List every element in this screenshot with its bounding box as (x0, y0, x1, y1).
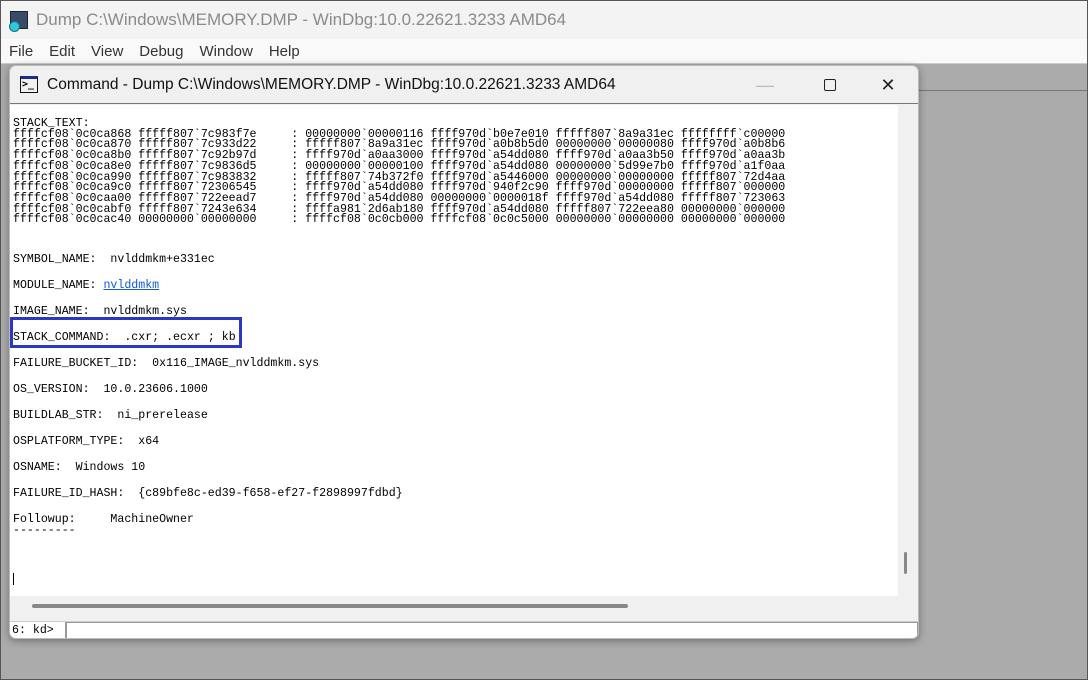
command-window-title-bar[interactable]: >_ Command - Dump C:\Windows\MEMORY.DMP … (10, 66, 918, 104)
menu-window[interactable]: Window (191, 43, 260, 60)
horizontal-scrollbar[interactable] (32, 604, 628, 608)
field-value: Windows 10 (75, 461, 146, 475)
command-output[interactable]: STACK_TEXT: ffffcf08`0c0ca868 fffff807`7… (10, 105, 898, 596)
field-label: OSNAME: (13, 461, 76, 475)
field-label: FAILURE_BUCKET_ID: (13, 357, 153, 371)
failure-bucket-line: FAILURE_BUCKET_ID: 0x116_IMAGE_nvlddmkm.… (13, 357, 898, 370)
menu-edit[interactable]: Edit (41, 43, 83, 60)
stack-row: ffffcf08`0c0cac40 00000000`00000000 : ff… (13, 213, 786, 227)
field-value: 0x116_IMAGE_nvlddmkm.sys (152, 357, 320, 371)
close-button[interactable]: ✕ (868, 72, 908, 98)
command-window-title: Command - Dump C:\Windows\MEMORY.DMP - W… (47, 75, 616, 93)
menu-debug[interactable]: Debug (131, 43, 191, 60)
field-value: 10.0.23606.1000 (103, 383, 208, 397)
module-name-line: MODULE_NAME: nvlddmkm (13, 279, 898, 292)
image-name-highlight-box (10, 317, 242, 348)
command-prompt-icon: >_ (20, 76, 38, 93)
field-value: {c89bfe8c-ed39-f658-ef27-f2898997fdbd} (138, 487, 403, 501)
app-title-bar: Dump C:\Windows\MEMORY.DMP - WinDbg:10.0… (1, 1, 1087, 39)
buildlab-line: BUILDLAB_STR: ni_prerelease (13, 409, 898, 422)
field-label: OS_VERSION: (13, 383, 104, 397)
text-caret (13, 573, 14, 585)
menu-view[interactable]: View (83, 43, 131, 60)
kd-prompt: 6: kd> (10, 622, 66, 638)
separator-line: --------- (13, 524, 76, 538)
mdi-divider (919, 90, 1087, 91)
field-label: OSPLATFORM_TYPE: (13, 435, 139, 449)
field-label: SYMBOL_NAME: (13, 253, 111, 267)
symbol-name-line: SYMBOL_NAME: nvlddmkm+e331ec (13, 253, 898, 266)
followup-line: Followup: MachineOwner (13, 513, 898, 526)
osplatform-line: OSPLATFORM_TYPE: x64 (13, 435, 898, 448)
field-value: x64 (138, 435, 160, 449)
command-window: >_ Command - Dump C:\Windows\MEMORY.DMP … (9, 65, 919, 639)
menu-bar: File Edit View Debug Window Help (1, 39, 1087, 64)
app-title: Dump C:\Windows\MEMORY.DMP - WinDbg:10.0… (36, 10, 567, 29)
windbg-app-icon (9, 11, 28, 32)
os-version-line: OS_VERSION: 10.0.23606.1000 (13, 383, 898, 396)
command-input[interactable] (66, 622, 918, 638)
windbg-window: Dump C:\Windows\MEMORY.DMP - WinDbg:10.0… (0, 0, 1088, 680)
osname-line: OSNAME: Windows 10 (13, 461, 898, 474)
maximize-button[interactable] (810, 72, 850, 98)
field-value: MachineOwner (110, 513, 194, 527)
field-value: nvlddmkm+e331ec (110, 253, 215, 267)
field-label: BUILDLAB_STR: (13, 409, 118, 423)
failure-id-hash-line: FAILURE_ID_HASH: {c89bfe8c-ed39-f658-ef2… (13, 487, 898, 500)
menu-help[interactable]: Help (261, 43, 308, 60)
field-label: MODULE_NAME: (13, 279, 104, 293)
command-input-row: 6: kd> (10, 621, 918, 638)
field-value: ni_prerelease (117, 409, 208, 423)
maximize-icon (824, 79, 836, 91)
module-name-link[interactable]: nvlddmkm (103, 279, 159, 292)
minimize-button[interactable]: — (745, 72, 785, 98)
vertical-scrollbar[interactable] (904, 552, 907, 574)
menu-file[interactable]: File (1, 43, 41, 60)
field-label: FAILURE_ID_HASH: (13, 487, 139, 501)
